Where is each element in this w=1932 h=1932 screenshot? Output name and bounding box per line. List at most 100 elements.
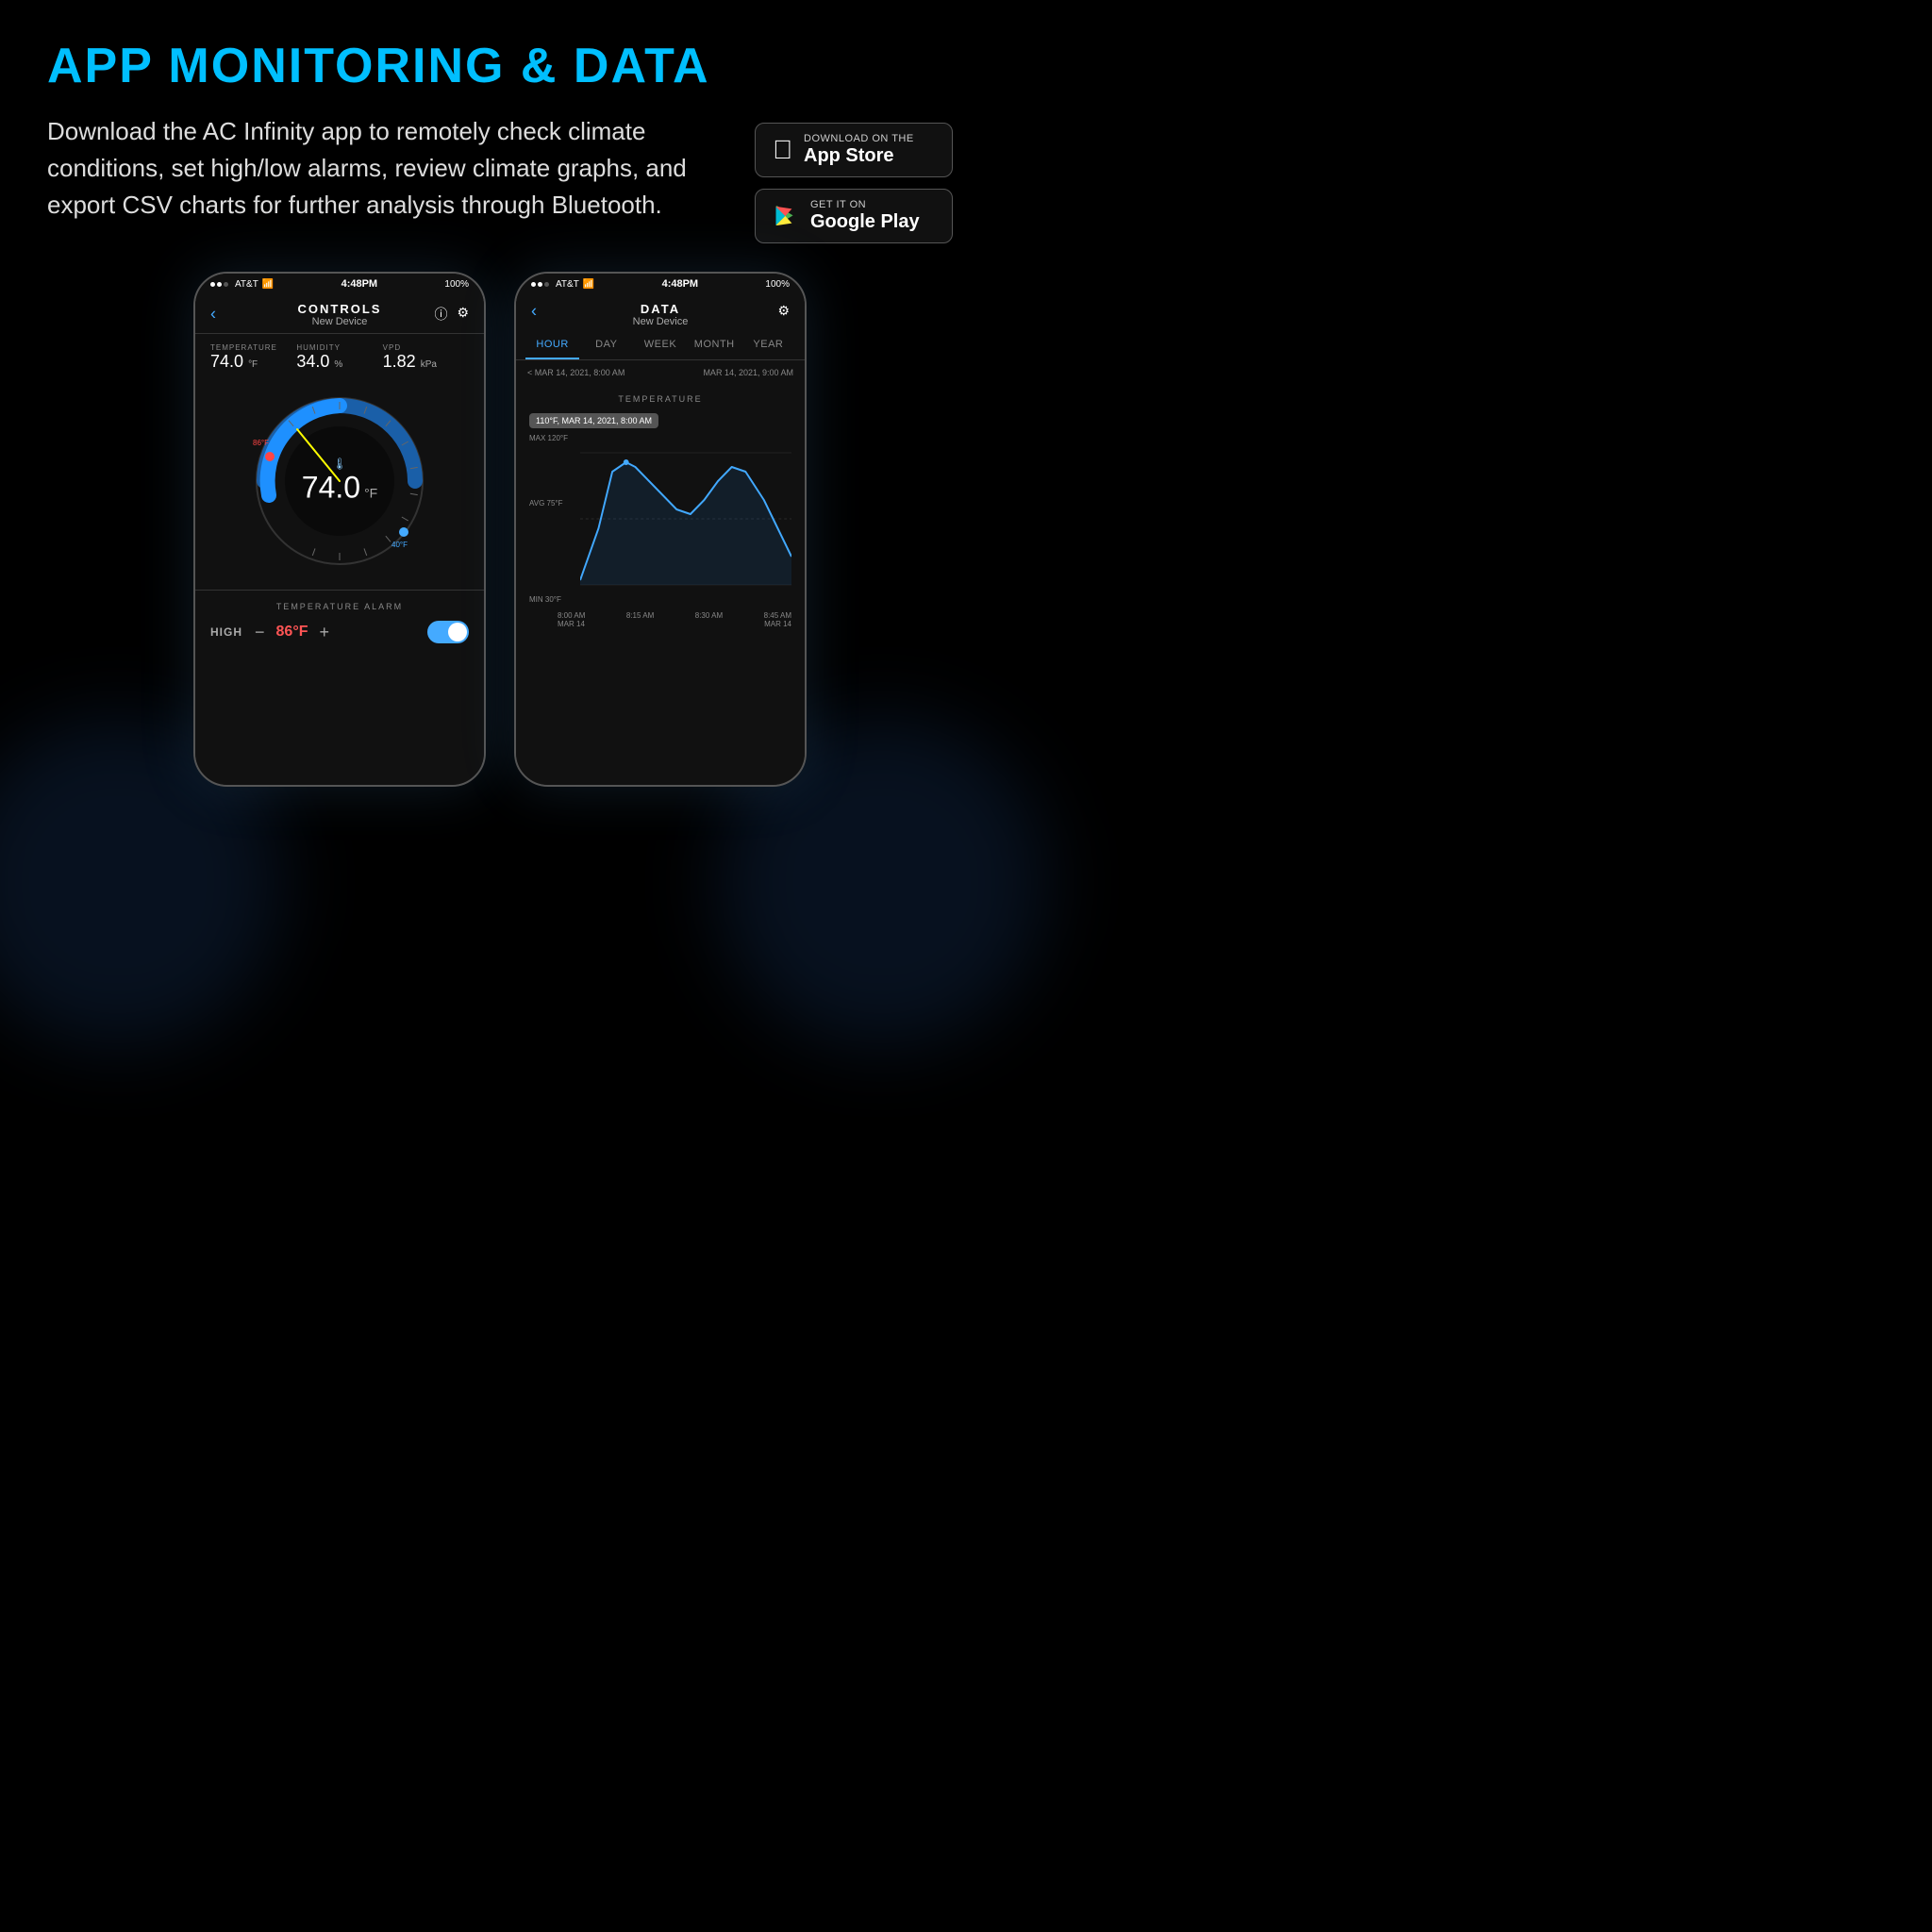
google-play-text: GET IT ON Google Play [810,199,920,233]
data-wifi-icon: 📶 [583,279,594,290]
gauge-temp-unit: °F [364,486,377,501]
page-container: APP MONITORING & DATA Download the AC In… [0,0,1000,1000]
svg-text:86°F: 86°F [253,439,269,447]
vpd-unit: kPa [421,359,437,370]
badges-column:  Download on the App Store [755,113,953,243]
app-store-text: Download on the App Store [804,133,914,167]
app-store-badge[interactable]:  Download on the App Store [755,123,953,177]
page-title: APP MONITORING & DATA [47,38,953,94]
x-label-2: 8:30 AM [695,611,723,620]
x-axis-labels: 8:00 AM 8:15 AM 8:30 AM 8:45 AM [529,608,791,620]
phones-row: AT&T 📶 4:48PM 100% ‹ CONTROLS New Device… [47,272,953,787]
date-end: MAR 14, 2021, 9:00 AM [703,368,793,377]
x-date-0: MAR 14 [558,620,585,628]
chart-area: TEMPERATURE 110°F, MAR 14, 2021, 8:00 AM… [516,385,805,634]
dot1 [210,282,215,287]
data-screen: ‹ DATA New Device ⚙ HOUR DAY WEEK MONTH … [516,294,805,785]
settings-icon[interactable]: ⚙ [457,305,469,324]
alarm-minus-button[interactable]: − [255,623,265,642]
status-left: AT&T 📶 [210,279,274,290]
google-play-main: Google Play [810,210,920,233]
chart-with-labels: MAX 120°F AVG 75°F MIN 30°F [529,434,791,608]
time-text: 4:48PM [341,278,378,290]
back-button[interactable]: ‹ [210,304,216,324]
vpd-label: VPD [383,343,469,352]
temp-value: 74.0 °F [210,352,296,372]
controls-subtitle: New Device [210,316,469,327]
gauge-temp-value: 74.0 [302,471,360,506]
svg-text:40°F: 40°F [391,541,408,549]
y-max: MAX 120°F [529,434,576,442]
humidity-block: HUMIDITY 34.0 % [296,343,382,372]
app-store-main: App Store [804,144,914,167]
dot2 [217,282,222,287]
app-store-sub: Download on the [804,133,914,144]
tab-week[interactable]: WEEK [633,331,687,359]
google-play-sub: GET IT ON [810,199,920,210]
google-play-icon [773,203,799,229]
data-carrier: AT&T [556,279,579,290]
google-play-badge[interactable]: GET IT ON Google Play [755,189,953,243]
y-avg: AVG 75°F [529,499,576,508]
chart-tooltip: 110°F, MAR 14, 2021, 8:00 AM [529,413,658,428]
info-icon[interactable]: ⓘ [434,305,447,324]
gauge-temp-display: 74.0 °F [302,471,377,506]
data-phone: AT&T 📶 4:48PM 100% ‹ DATA New Device ⚙ [514,272,807,787]
alarm-title: TEMPERATURE ALARM [210,602,469,611]
data-signal-dots [531,282,549,287]
alarm-row: HIGH − 86°F + [210,621,469,643]
ddot1 [531,282,536,287]
controls-phone: AT&T 📶 4:48PM 100% ‹ CONTROLS New Device… [193,272,486,787]
temp-label: TEMPERATURE [210,343,296,352]
controls-header: ‹ CONTROLS New Device ⓘ ⚙ [195,294,484,334]
thermo-icon: 🌡 [302,458,377,471]
apple-icon:  [773,135,792,165]
carrier-text: AT&T [235,279,258,290]
data-back-button[interactable]: ‹ [531,301,537,321]
description-text: Download the AC Infinity app to remotely… [47,113,717,224]
nav-icons: ⓘ ⚙ [434,305,469,324]
ddot3 [544,282,549,287]
tab-year[interactable]: YEAR [741,331,795,359]
gauge-area: 86°F 40°F 🌡 74.0 °F [195,377,484,590]
tab-month[interactable]: MONTH [688,331,741,359]
alarm-value: 86°F [276,624,308,641]
vpd-block: VPD 1.82 kPa [383,343,469,372]
dot3 [224,282,228,287]
x-axis-dates: MAR 14 MAR 14 [529,620,791,628]
x-date-3: MAR 14 [764,620,791,628]
humidity-label: HUMIDITY [296,343,382,352]
chart-title: TEMPERATURE [529,394,791,404]
gauge-center: 🌡 74.0 °F [302,458,377,506]
controls-title: CONTROLS [210,302,469,316]
alarm-toggle[interactable] [427,621,469,643]
date-range-row: < MAR 14, 2021, 8:00 AM MAR 14, 2021, 9:… [516,360,805,385]
data-status-left: AT&T 📶 [531,279,594,290]
x-label-0: 8:00 AM [558,611,585,620]
data-settings-icon[interactable]: ⚙ [777,303,790,318]
data-status-bar: AT&T 📶 4:48PM 100% [516,274,805,294]
y-min: MIN 30°F [529,595,576,604]
temperature-chart [580,434,791,604]
signal-dots [210,282,228,287]
temperature-block: TEMPERATURE 74.0 °F [210,343,296,372]
tab-hour[interactable]: HOUR [525,331,579,359]
battery-text: 100% [444,279,469,290]
vpd-value: 1.82 kPa [383,352,469,372]
humidity-unit: % [334,359,342,370]
data-subtitle: New Device [531,316,790,327]
data-time: 4:48PM [662,278,699,290]
alarm-plus-button[interactable]: + [319,623,329,642]
chart-svg-area [580,434,791,608]
data-title: DATA [531,302,790,316]
chart-tooltip-box: 110°F, MAR 14, 2021, 8:00 AM [529,411,791,434]
tab-day[interactable]: DAY [579,331,633,359]
data-battery: 100% [765,279,790,290]
y-axis-labels: MAX 120°F AVG 75°F MIN 30°F [529,434,576,604]
x-label-3: 8:45 AM [764,611,791,620]
ddot2 [538,282,542,287]
x-label-1: 8:15 AM [626,611,654,620]
alarm-type: HIGH [210,625,243,639]
temp-unit: °F [248,359,258,370]
sensor-row: TEMPERATURE 74.0 °F HUMIDITY 34.0 % [195,334,484,377]
